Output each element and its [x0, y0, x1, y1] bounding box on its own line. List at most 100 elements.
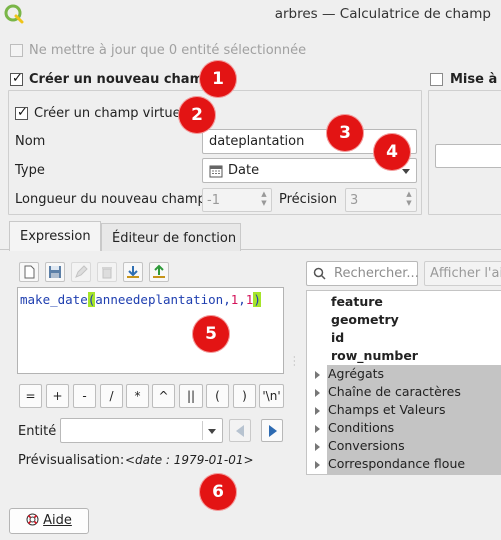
feature-combo[interactable] — [60, 418, 223, 443]
save-icon — [49, 266, 61, 278]
operator-equals-button[interactable]: = — [19, 384, 42, 408]
caret-right-icon — [315, 442, 320, 451]
tree-item-feature[interactable]: feature — [331, 294, 383, 312]
update-existing-checkbox[interactable] — [430, 73, 443, 86]
function-tree[interactable]: feature geometry id row_number Agrégats … — [306, 290, 501, 475]
calendar-icon — [209, 165, 223, 178]
trash-icon — [102, 267, 112, 279]
create-new-field-label: Créer un nouveau champ — [29, 72, 213, 87]
expression-editor[interactable]: make_date(anneedeplantation,1,1) — [17, 287, 284, 374]
show-help-button[interactable]: Afficher l'aid — [424, 261, 501, 286]
operator-minus-button[interactable]: - — [73, 384, 96, 408]
tab-expression-label: Expression — [20, 229, 91, 244]
spin-arrows-icon: ▲ ▼ — [261, 190, 267, 207]
annotation-badge-6: 6 — [199, 473, 237, 511]
tree-group-fields-values[interactable]: Champs et Valeurs — [315, 402, 445, 420]
window-title: arbres — Calculatrice de champ — [274, 6, 491, 22]
chevron-down-icon — [208, 429, 216, 434]
operator-power-button[interactable]: ^ — [152, 384, 175, 408]
chevron-down-icon — [402, 169, 410, 174]
save-button[interactable] — [45, 262, 65, 282]
expr-field: anneedeplantation — [95, 292, 224, 307]
operator-divide-button[interactable]: / — [100, 384, 123, 408]
tree-group-label: Chaîne de caractères — [328, 384, 461, 399]
update-selected-option: Ne mettre à jour que 0 entité sélectionn… — [10, 43, 310, 59]
annotation-badge-4: 4 — [373, 133, 411, 171]
create-virtual-checkbox[interactable] — [15, 105, 28, 120]
create-virtual-label: Créer un champ virtuel — [34, 106, 185, 121]
expr-comma-1: , — [223, 292, 231, 307]
length-value: -1 — [207, 193, 220, 208]
expression-text: make_date(anneedeplantation,1,1) — [20, 292, 261, 307]
operator-concat-button[interactable]: || — [179, 384, 203, 408]
tree-group-strings[interactable]: Chaîne de caractères — [315, 384, 461, 402]
tab-function-editor-label: Éditeur de fonction — [112, 231, 237, 246]
name-label: Nom — [15, 134, 46, 149]
expr-function: make_date — [20, 292, 88, 307]
next-feature-button[interactable] — [261, 419, 283, 442]
update-selected-label: Ne mettre à jour que 0 entité sélectionn… — [29, 43, 307, 58]
search-icon — [313, 267, 326, 280]
spin-arrows-icon: ▲ ▼ — [406, 190, 412, 207]
new-file-icon — [24, 265, 35, 279]
update-existing-option[interactable]: Mise à jo — [430, 72, 501, 88]
arrow-left-icon — [236, 425, 244, 437]
type-label: Type — [15, 163, 45, 178]
update-existing-label: Mise à jo — [450, 72, 501, 87]
download-icon — [127, 266, 139, 278]
type-combo-value: Date — [228, 163, 260, 178]
existing-field-combo[interactable] — [435, 144, 501, 168]
tree-group-label: Correspondance floue — [328, 456, 466, 471]
caret-right-icon — [315, 388, 320, 397]
operator-multiply-button[interactable]: * — [126, 384, 149, 408]
precision-spinbox: 3 ▲ ▼ — [345, 188, 417, 212]
tree-group-conditions[interactable]: Conditions — [315, 420, 394, 438]
arrow-right-icon — [269, 425, 277, 437]
tree-group-label: Conversions — [328, 438, 405, 453]
expr-close-paren: ) — [253, 292, 261, 307]
annotation-badge-1: 1 — [199, 60, 237, 98]
create-new-field-checkbox[interactable] — [10, 71, 23, 86]
tree-group-label: Agrégats — [328, 366, 385, 381]
new-file-button[interactable] — [19, 262, 39, 282]
annotation-badge-3: 3 — [326, 114, 364, 152]
delete-button[interactable] — [97, 262, 117, 282]
tree-group-fuzzy-matching[interactable]: Correspondance floue — [315, 456, 465, 474]
tab-function-editor[interactable]: Éditeur de fonction — [101, 223, 241, 251]
tree-item-row-number[interactable]: row_number — [331, 348, 418, 366]
pencil-icon — [75, 265, 88, 278]
tree-item-id[interactable]: id — [331, 330, 344, 348]
operator-open-paren-button[interactable]: ( — [206, 384, 229, 408]
precision-value: 3 — [350, 193, 359, 208]
help-button[interactable]: Aide — [9, 508, 89, 534]
export-button[interactable] — [149, 262, 169, 282]
previous-feature-button[interactable] — [229, 419, 251, 442]
caret-right-icon — [315, 460, 320, 469]
operator-close-paren-button[interactable]: ) — [233, 384, 256, 408]
splitter-handle[interactable]: · · · — [293, 354, 296, 372]
create-new-field-option[interactable]: Créer un nouveau champ — [10, 71, 213, 88]
operator-plus-button[interactable]: + — [46, 384, 69, 408]
lifebuoy-icon — [26, 513, 39, 526]
expr-comma-2: , — [238, 292, 246, 307]
name-input-value: dateplantation — [209, 134, 305, 149]
upload-icon — [153, 264, 165, 278]
operator-newline-button[interactable]: '\n' — [259, 384, 284, 408]
update-selected-checkbox — [10, 44, 23, 57]
qgis-logo-icon — [4, 4, 24, 24]
tree-item-geometry[interactable]: geometry — [331, 312, 399, 330]
tree-group-aggregates[interactable]: Agrégats — [315, 366, 384, 384]
caret-right-icon — [315, 370, 320, 379]
title-bar: arbres — Calculatrice de champ — [0, 0, 501, 30]
tree-group-label: Conditions — [328, 420, 395, 435]
length-label: Longueur du nouveau champ — [15, 192, 206, 207]
combo-divider — [202, 421, 203, 440]
edit-button[interactable] — [71, 262, 91, 282]
preview-label: Prévisualisation: — [18, 453, 125, 468]
import-button[interactable] — [123, 262, 143, 282]
precision-label: Précision — [279, 192, 338, 207]
tree-group-conversions[interactable]: Conversions — [315, 438, 405, 456]
tab-expression[interactable]: Expression — [9, 221, 101, 251]
function-search-input[interactable]: Rechercher... — [306, 261, 419, 286]
feature-label: Entité — [18, 424, 57, 439]
